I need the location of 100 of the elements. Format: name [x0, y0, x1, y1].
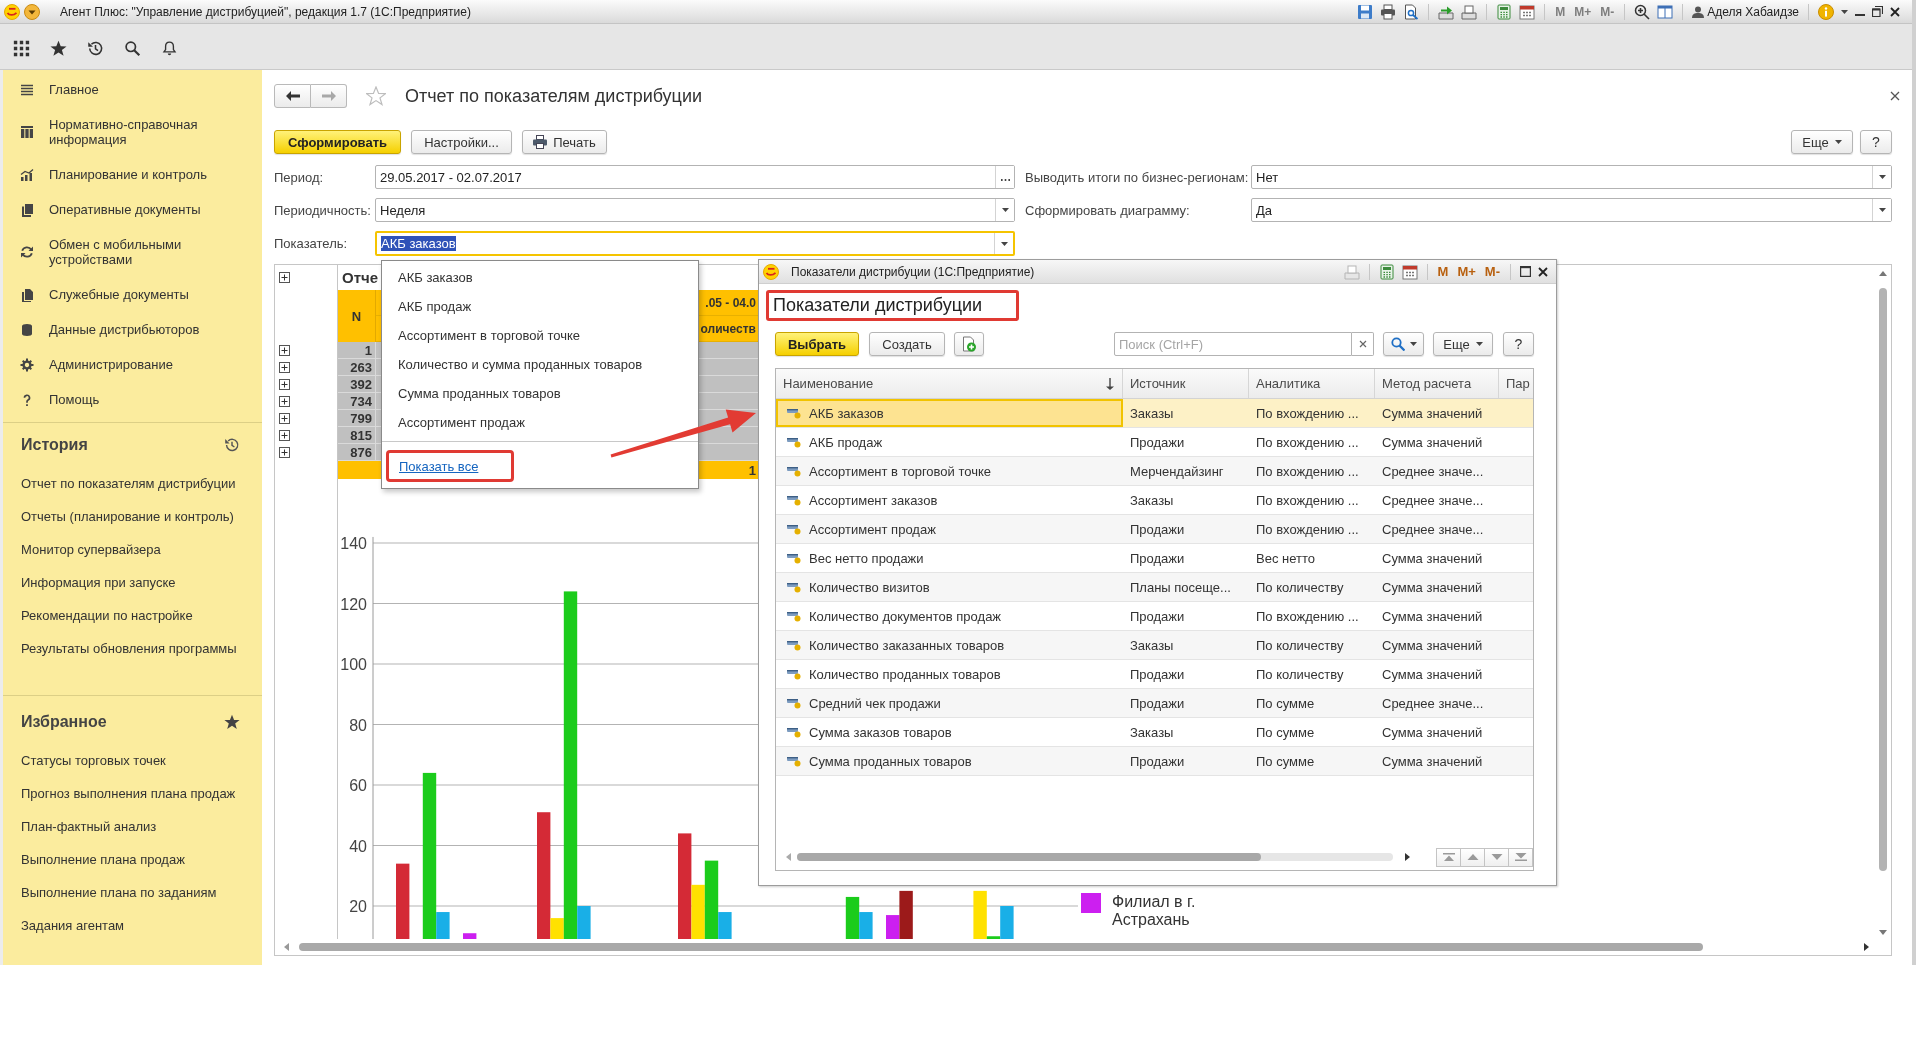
command-button[interactable]: Создать [869, 332, 945, 356]
zoom-in-icon[interactable] [1634, 3, 1651, 20]
back-button[interactable] [274, 84, 311, 108]
close-icon[interactable] [1890, 6, 1900, 17]
sidebar-item[interactable]: Обмен с мобильными устройствами [3, 227, 262, 277]
favorite-link[interactable]: Выполнение плана по заданиям [21, 885, 217, 900]
favorite-link[interactable]: Выполнение плана продаж [21, 852, 185, 867]
navigation-button[interactable] [1484, 847, 1509, 867]
user-icon[interactable] [1692, 5, 1705, 18]
history-link[interactable]: Монитор супервайзера [21, 542, 161, 557]
table-row[interactable]: Количество заказанных товаров Заказы По количеству Сумма значений [776, 631, 1533, 660]
sidebar-item[interactable]: Нормативно-справочная информация [3, 107, 262, 157]
favorite-link[interactable]: Задания агентам [21, 918, 125, 933]
table-row[interactable]: Количество визитов Планы посеще... По количеству Сумма значений [776, 573, 1533, 602]
table-row[interactable]: АКБ заказов Заказы По вхождению ... Сумма значений [776, 399, 1533, 428]
close-icon[interactable] [1538, 266, 1548, 277]
table-row[interactable]: Ассортимент в торговой точке Мерчендайзинг По вхождению ... Среднее значе... [776, 457, 1533, 486]
scrollbar-thumb[interactable] [797, 853, 1261, 861]
apps-grid-icon[interactable] [13, 40, 30, 57]
calendar-icon[interactable] [1401, 263, 1418, 280]
table-row[interactable]: Средний чек продажи Продажи По сумме Среднее значе... [776, 689, 1533, 718]
star-icon[interactable] [366, 86, 386, 106]
expand-icon[interactable] [279, 379, 290, 390]
star-icon[interactable] [50, 40, 67, 57]
add-button[interactable] [954, 332, 984, 356]
scroll-down-icon[interactable] [1879, 930, 1887, 935]
info-icon[interactable] [1818, 3, 1834, 20]
search-icon[interactable] [124, 40, 141, 57]
command-button[interactable]: Выбрать [775, 332, 859, 356]
caret-icon[interactable] [1841, 9, 1848, 14]
history-link[interactable]: Информация при запуске [21, 575, 176, 590]
command-button[interactable]: Сформировать [274, 130, 401, 154]
dropdown-item[interactable]: Ассортимент продаж [382, 408, 698, 437]
dropdown-item[interactable]: АКБ продаж [382, 292, 698, 321]
memory-button[interactable]: M- [1483, 264, 1501, 279]
tray-icon[interactable] [1461, 3, 1478, 20]
caret-icon[interactable] [24, 3, 40, 20]
sidebar-item[interactable]: Данные дистрибьюторов [3, 312, 262, 347]
star-icon[interactable] [224, 714, 240, 730]
input-field[interactable]: Нет [1251, 165, 1892, 189]
sidebar-item[interactable]: Планирование и контроль [3, 157, 262, 192]
scroll-right-icon[interactable] [1405, 853, 1410, 861]
restore-icon[interactable] [1872, 6, 1883, 17]
calculator-icon[interactable] [1378, 263, 1395, 280]
search-field[interactable]: Поиск (Ctrl+F) [1114, 332, 1352, 356]
close-button[interactable] [1890, 91, 1900, 101]
sidebar-item[interactable]: Главное [3, 72, 262, 107]
expand-icon[interactable] [279, 447, 290, 458]
input-field[interactable]: 29.05.2017 - 02.07.2017 [375, 165, 1015, 189]
help-button[interactable]: ? [1860, 130, 1892, 154]
minimize-icon[interactable] [1855, 13, 1865, 16]
sidebar-item[interactable]: Служебные документы [3, 277, 262, 312]
input-field[interactable]: Да [1251, 198, 1892, 222]
print-preview-icon[interactable] [1403, 3, 1420, 20]
dropdown-item[interactable]: АКБ заказов [382, 263, 698, 292]
scroll-right-icon[interactable] [1864, 943, 1869, 951]
memory-button[interactable]: M+ [1456, 264, 1477, 279]
printer-icon[interactable] [1380, 3, 1397, 20]
sidebar-item[interactable]: Помощь [3, 382, 262, 417]
favorite-link[interactable]: Прогноз выполнения плана продаж [21, 786, 236, 801]
dropdown-button[interactable] [1872, 199, 1891, 221]
table-row[interactable]: Ассортимент продаж Продажи По вхождению ... Среднее значе... [776, 515, 1533, 544]
dropdown-button[interactable] [995, 199, 1014, 221]
favorite-link[interactable]: Статусы торговых точек [21, 753, 166, 768]
navigation-button[interactable] [1508, 847, 1533, 867]
calculator-icon[interactable] [1496, 3, 1513, 20]
expand-icon[interactable] [279, 413, 290, 424]
expand-icon[interactable] [279, 362, 290, 373]
choice-button[interactable] [995, 166, 1014, 188]
history-link[interactable]: Отчеты (планирование и контроль) [21, 509, 234, 524]
column-header[interactable]: Аналитика [1249, 369, 1375, 398]
sidebar-item[interactable]: Администрирование [3, 347, 262, 382]
history-link[interactable]: Отчет по показателям дистрибуции [21, 476, 236, 491]
help-button[interactable]: ? [1503, 332, 1534, 356]
panel-icon[interactable] [1657, 3, 1674, 20]
history-link[interactable]: Результаты обновления программы [21, 641, 237, 656]
scroll-up-icon[interactable] [1879, 271, 1887, 276]
expand-icon[interactable] [279, 430, 290, 441]
history-icon[interactable] [224, 437, 240, 453]
bell-icon[interactable] [161, 40, 178, 57]
column-header[interactable]: Источник [1123, 369, 1249, 398]
dropdown-item[interactable]: Сумма проданных товаров [382, 379, 698, 408]
dropdown-item[interactable]: Ассортимент в торговой точке [382, 321, 698, 350]
input-field[interactable]: Неделя [375, 198, 1015, 222]
more-button[interactable]: Еще [1791, 130, 1853, 154]
show-all-link[interactable]: Показать все [399, 458, 479, 474]
expand-icon[interactable] [279, 345, 290, 356]
column-header[interactable]: Наименование [776, 369, 1123, 398]
memory-button[interactable]: M [1436, 264, 1450, 279]
dropdown-button[interactable] [1872, 166, 1891, 188]
command-button[interactable]: Настройки... [411, 130, 512, 154]
sidebar-item[interactable]: Оперативные документы [3, 192, 262, 227]
scrollbar-thumb[interactable] [299, 943, 1703, 951]
column-header[interactable]: Метод расчета [1375, 369, 1499, 398]
scroll-left-icon[interactable] [284, 943, 289, 951]
command-button[interactable]: Печать [522, 130, 607, 154]
navigation-button[interactable] [1436, 847, 1461, 867]
column-header[interactable]: Пар [1499, 369, 1533, 398]
input-field[interactable]: АКБ заказов [375, 231, 1015, 256]
table-row[interactable]: Сумма проданных товаров Продажи По сумме Сумма значений [776, 747, 1533, 776]
